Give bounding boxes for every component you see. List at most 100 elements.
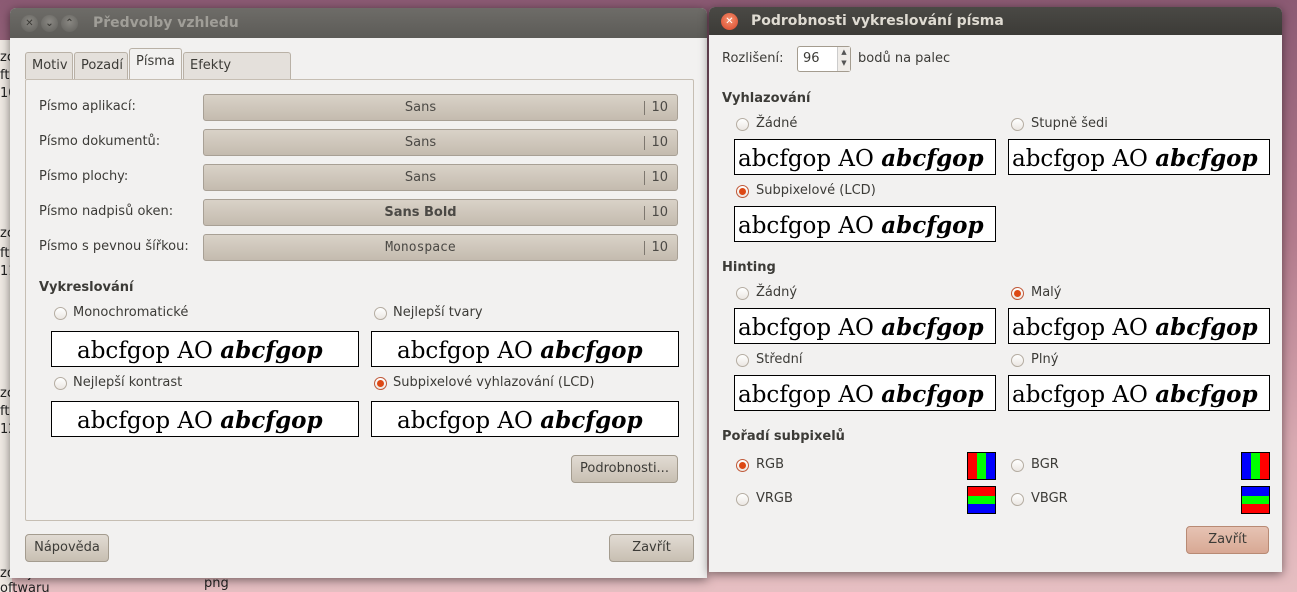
vbgr-swatch-icon — [1241, 486, 1270, 514]
font-sample[interactable]: abcfgop AO abcfgop — [51, 401, 359, 437]
font-button-fixed-width[interactable]: Monospace 10 — [203, 234, 678, 261]
desktop-label: png — [204, 576, 229, 591]
sample-text: abcfgop AO — [397, 338, 541, 364]
window-titlebar[interactable]: ✕ ⌄ ⌃ Předvolby vzhledu — [10, 8, 707, 38]
vrgb-swatch-icon — [967, 486, 996, 514]
font-sample[interactable]: abcfgop AO abcfgop — [734, 375, 996, 411]
radio-label[interactable]: Malý — [1031, 285, 1062, 300]
close-icon[interactable]: ✕ — [721, 13, 738, 30]
radio-label[interactable]: Plný — [1031, 352, 1058, 367]
resolution-unit: bodů na palec — [858, 51, 951, 66]
font-name: Monospace — [385, 240, 456, 255]
divider — [644, 206, 645, 220]
radio-label[interactable]: Monochromatické — [73, 305, 188, 320]
radio-label[interactable]: Nejlepší kontrast — [73, 375, 182, 390]
resolution-value: 96 — [803, 51, 820, 66]
window-title: Předvolby vzhledu — [93, 15, 239, 31]
font-sample[interactable]: abcfgop AO abcfgop — [51, 331, 359, 367]
font-sample[interactable]: abcfgop AO abcfgop — [734, 308, 996, 344]
font-label-desktop: Písmo plochy: — [39, 169, 129, 184]
radio-label[interactable]: Žádné — [756, 116, 797, 131]
radio-hinting-none[interactable] — [736, 287, 749, 300]
radio-label[interactable]: VRGB — [756, 491, 793, 506]
font-sample[interactable]: abcfgop AO abcfgop — [1008, 308, 1270, 344]
sample-text: abcfgop AO — [77, 338, 221, 364]
radio-vrgb[interactable] — [736, 493, 749, 506]
maximize-icon[interactable]: ⌃ — [61, 15, 78, 32]
hinting-heading: Hinting — [722, 260, 776, 275]
font-sample[interactable]: abcfgop AO abcfgop — [1008, 139, 1270, 175]
spin-arrows-icon[interactable]: ▲ ▼ — [837, 47, 850, 71]
tab-motiv[interactable]: Motiv — [25, 52, 73, 79]
font-sample[interactable]: abcfgop AO abcfgop — [371, 331, 679, 367]
radio-label[interactable]: Subpixelové vyhlazování (LCD) — [393, 375, 594, 390]
radio-smoothing-none[interactable] — [736, 118, 749, 131]
font-label-window-title: Písmo nadpisů oken: — [39, 204, 174, 219]
tab-pozadi[interactable]: Pozadí — [74, 52, 128, 79]
font-button-application[interactable]: Sans 10 — [203, 94, 678, 121]
radio-best-shapes[interactable] — [374, 307, 387, 320]
close-icon[interactable]: ✕ — [21, 15, 38, 32]
radio-grayscale[interactable] — [1011, 118, 1024, 131]
radio-label[interactable]: RGB — [756, 457, 784, 472]
font-name: Sans — [404, 135, 437, 150]
window-titlebar[interactable]: ✕ Podrobnosti vykreslování písma — [709, 7, 1282, 35]
sample-italic: abcfgop — [1155, 145, 1258, 172]
rendering-heading: Vykreslování — [39, 280, 134, 295]
divider — [644, 136, 645, 150]
radio-subpixel-lcd[interactable] — [736, 185, 749, 198]
radio-label[interactable]: Střední — [756, 352, 803, 367]
radio-hinting-medium[interactable] — [736, 354, 749, 367]
close-button[interactable]: Zavřít — [609, 534, 694, 562]
sample-italic: abcfgop — [220, 407, 323, 434]
font-size: 10 — [651, 100, 668, 115]
details-button[interactable]: Podrobnosti... — [571, 455, 678, 483]
radio-label[interactable]: BGR — [1031, 457, 1059, 472]
radio-bgr[interactable] — [1011, 459, 1024, 472]
sample-italic: abcfgop — [1155, 381, 1258, 408]
subpixel-order-heading: Pořadí subpixelů — [722, 429, 845, 444]
desktop-label: oftwaru — [0, 581, 50, 592]
font-button-desktop[interactable]: Sans 10 — [203, 164, 678, 191]
sample-text: abcfgop AO — [1012, 146, 1156, 172]
font-sample[interactable]: abcfgop AO abcfgop — [734, 139, 996, 175]
font-label-application: Písmo aplikací: — [39, 99, 136, 114]
radio-best-contrast[interactable] — [54, 377, 67, 390]
font-button-window-title[interactable]: Sans Bold 10 — [203, 199, 678, 226]
radio-hinting-full[interactable] — [1011, 354, 1024, 367]
font-sample[interactable]: abcfgop AO abcfgop — [1008, 375, 1270, 411]
sample-italic: abcfgop — [220, 337, 323, 364]
sample-italic: abcfgop — [1155, 314, 1258, 341]
radio-label[interactable]: Stupně šedi — [1031, 116, 1108, 131]
help-button[interactable]: Nápověda — [25, 534, 109, 562]
tab-pisma[interactable]: Písma — [129, 48, 182, 79]
divider — [644, 101, 645, 115]
sample-text: abcfgop AO — [397, 408, 541, 434]
radio-label[interactable]: Žádný — [756, 285, 797, 300]
sample-text: abcfgop AO — [738, 213, 882, 239]
resolution-spinbox[interactable]: 96 ▲ ▼ — [797, 46, 851, 72]
font-sample[interactable]: abcfgop AO abcfgop — [734, 206, 996, 242]
radio-hinting-slight[interactable] — [1011, 287, 1024, 300]
radio-monochrome[interactable] — [54, 307, 67, 320]
close-button[interactable]: Zavřít — [1186, 526, 1269, 554]
radio-label[interactable]: VBGR — [1031, 491, 1068, 506]
radio-label[interactable]: Subpixelové (LCD) — [756, 183, 876, 198]
font-label-fixed-width: Písmo s pevnou šířkou: — [39, 239, 189, 254]
minimize-icon[interactable]: ⌄ — [41, 15, 58, 32]
divider — [644, 241, 645, 255]
divider — [644, 171, 645, 185]
sample-italic: abcfgop — [881, 145, 984, 172]
font-details-window: ✕ Podrobnosti vykreslování písma Rozliše… — [709, 7, 1282, 572]
font-button-document[interactable]: Sans 10 — [203, 129, 678, 156]
font-label-document: Písmo dokumentů: — [39, 134, 161, 149]
font-sample[interactable]: abcfgop AO abcfgop — [371, 401, 679, 437]
tab-efekty[interactable]: Efekty vzhledu — [183, 52, 291, 99]
radio-vbgr[interactable] — [1011, 493, 1024, 506]
sample-text: abcfgop AO — [738, 315, 882, 341]
radio-subpixel-lcd[interactable] — [374, 377, 387, 390]
radio-label[interactable]: Nejlepší tvary — [393, 305, 483, 320]
sample-text: abcfgop AO — [1012, 315, 1156, 341]
sample-text: abcfgop AO — [738, 382, 882, 408]
radio-rgb[interactable] — [736, 459, 749, 472]
